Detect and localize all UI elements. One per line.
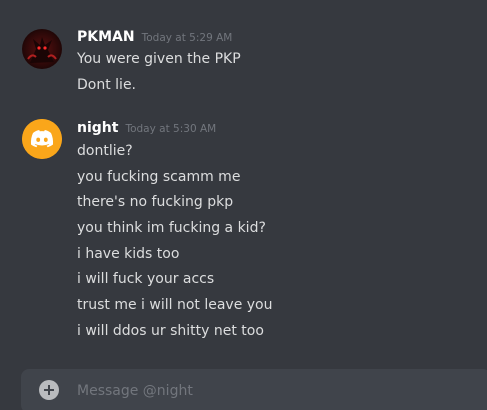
avatar[interactable]: [22, 29, 62, 69]
message-text: Dont lie.: [77, 77, 137, 93]
avatar[interactable]: [22, 119, 62, 159]
message-header: PKMAN Today at 5:29 AM: [77, 29, 232, 49]
message-text: i will fuck your accs: [77, 271, 215, 287]
message-text: there's no fucking pkp: [77, 194, 234, 210]
message-text: i have kids too: [77, 246, 180, 262]
message-text: You were given the PKP: [77, 51, 241, 67]
attach-plus-icon[interactable]: [39, 380, 59, 400]
chat-window: PKMAN Today at 5:29 AM You were given th…: [0, 0, 487, 410]
username[interactable]: night: [77, 120, 118, 136]
message-header: night Today at 5:30 AM: [77, 120, 216, 140]
dark-red-demon-avatar-icon: [22, 29, 62, 69]
timestamp: Today at 5:30 AM: [125, 123, 217, 135]
message-text: you fucking scamm me: [77, 169, 241, 185]
timestamp: Today at 5:29 AM: [141, 32, 233, 44]
previous-message-fragment: [114, 0, 174, 2]
message-composer: [21, 369, 487, 410]
plus-bar-vertical: [48, 385, 50, 395]
message-text: trust me i will not leave you: [77, 297, 273, 313]
message-text: dontlie?: [77, 143, 133, 159]
message-text: i will ddos ur shitty net too: [77, 323, 264, 339]
message-text: you think im fucking a kid?: [77, 220, 266, 236]
username[interactable]: PKMAN: [77, 29, 135, 45]
discord-logo-avatar-icon: [22, 119, 62, 159]
message-input[interactable]: [77, 369, 477, 410]
